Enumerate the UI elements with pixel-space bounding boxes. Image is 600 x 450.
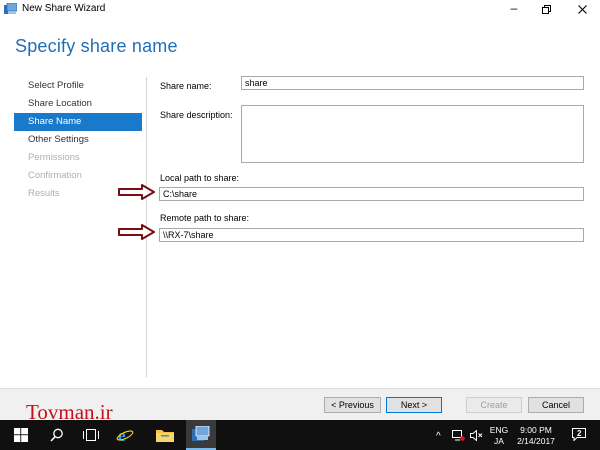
internet-explorer-button[interactable]: e bbox=[110, 420, 140, 450]
action-center-button[interactable]: 2 bbox=[572, 428, 588, 442]
network-icon[interactable] bbox=[452, 430, 465, 441]
close-icon bbox=[577, 5, 587, 14]
remote-path-field[interactable]: \\RX-7\share bbox=[159, 228, 584, 242]
share-wizard-taskbar-button[interactable] bbox=[186, 420, 216, 450]
internet-explorer-icon: e bbox=[116, 426, 134, 445]
clock-time: 9:00 PM bbox=[520, 425, 552, 435]
share-name-label: Share name: bbox=[160, 81, 212, 91]
nav-step-share-name[interactable]: Share Name bbox=[14, 113, 142, 131]
keyboard-layout: JA bbox=[494, 436, 504, 446]
share-description-label: Share description: bbox=[160, 110, 233, 120]
page-title: Specify share name bbox=[15, 36, 178, 56]
nav-step-other-settings[interactable]: Other Settings bbox=[14, 131, 142, 149]
notification-count-badge: 2 bbox=[577, 429, 582, 438]
local-path-label: Local path to share: bbox=[160, 173, 240, 183]
close-button[interactable] bbox=[568, 0, 596, 19]
watermark: Tovman.ir bbox=[26, 400, 113, 424]
next-button[interactable]: Next > bbox=[386, 397, 442, 413]
folder-icon bbox=[156, 430, 174, 442]
share-description-input[interactable] bbox=[241, 105, 584, 163]
share-name-input[interactable]: share bbox=[241, 76, 584, 90]
restore-icon bbox=[541, 5, 551, 14]
tray-overflow-chevron-icon[interactable]: ^ bbox=[436, 431, 441, 442]
nav-step-confirmation: Confirmation bbox=[28, 170, 82, 181]
input-language-indicator[interactable]: ENG JA bbox=[488, 425, 510, 447]
nav-step-permissions: Permissions bbox=[28, 152, 80, 163]
wizard-window: New Share Wizard – Specify share name Se… bbox=[0, 0, 600, 420]
task-view-icon bbox=[83, 429, 99, 441]
pointer-arrow-icon bbox=[118, 224, 155, 240]
previous-button[interactable]: < Previous bbox=[324, 397, 381, 413]
share-wizard-icon bbox=[192, 425, 210, 441]
local-path-field[interactable]: C:\share bbox=[159, 187, 584, 201]
search-icon bbox=[50, 428, 63, 442]
nav-step-share-location[interactable]: Share Location bbox=[14, 95, 142, 113]
nav-step-select-profile[interactable]: Select Profile bbox=[14, 77, 142, 95]
maximize-button[interactable] bbox=[532, 0, 560, 19]
windows-logo-icon bbox=[14, 428, 28, 442]
create-button[interactable]: Create bbox=[466, 397, 522, 413]
window-title: New Share Wizard bbox=[22, 3, 106, 14]
minimize-button[interactable]: – bbox=[500, 0, 528, 19]
clock-date: 2/14/2017 bbox=[517, 436, 555, 446]
share-wizard-icon bbox=[4, 3, 17, 14]
language-code: ENG bbox=[489, 425, 509, 435]
clock[interactable]: 9:00 PM 2/14/2017 bbox=[515, 425, 557, 447]
cancel-button[interactable]: Cancel bbox=[528, 397, 584, 413]
title-bar: New Share Wizard – bbox=[0, 0, 600, 19]
pointer-arrow-icon bbox=[118, 184, 155, 200]
volume-icon[interactable] bbox=[470, 430, 483, 441]
remote-path-label: Remote path to share: bbox=[160, 213, 250, 223]
file-explorer-button[interactable] bbox=[150, 420, 180, 450]
